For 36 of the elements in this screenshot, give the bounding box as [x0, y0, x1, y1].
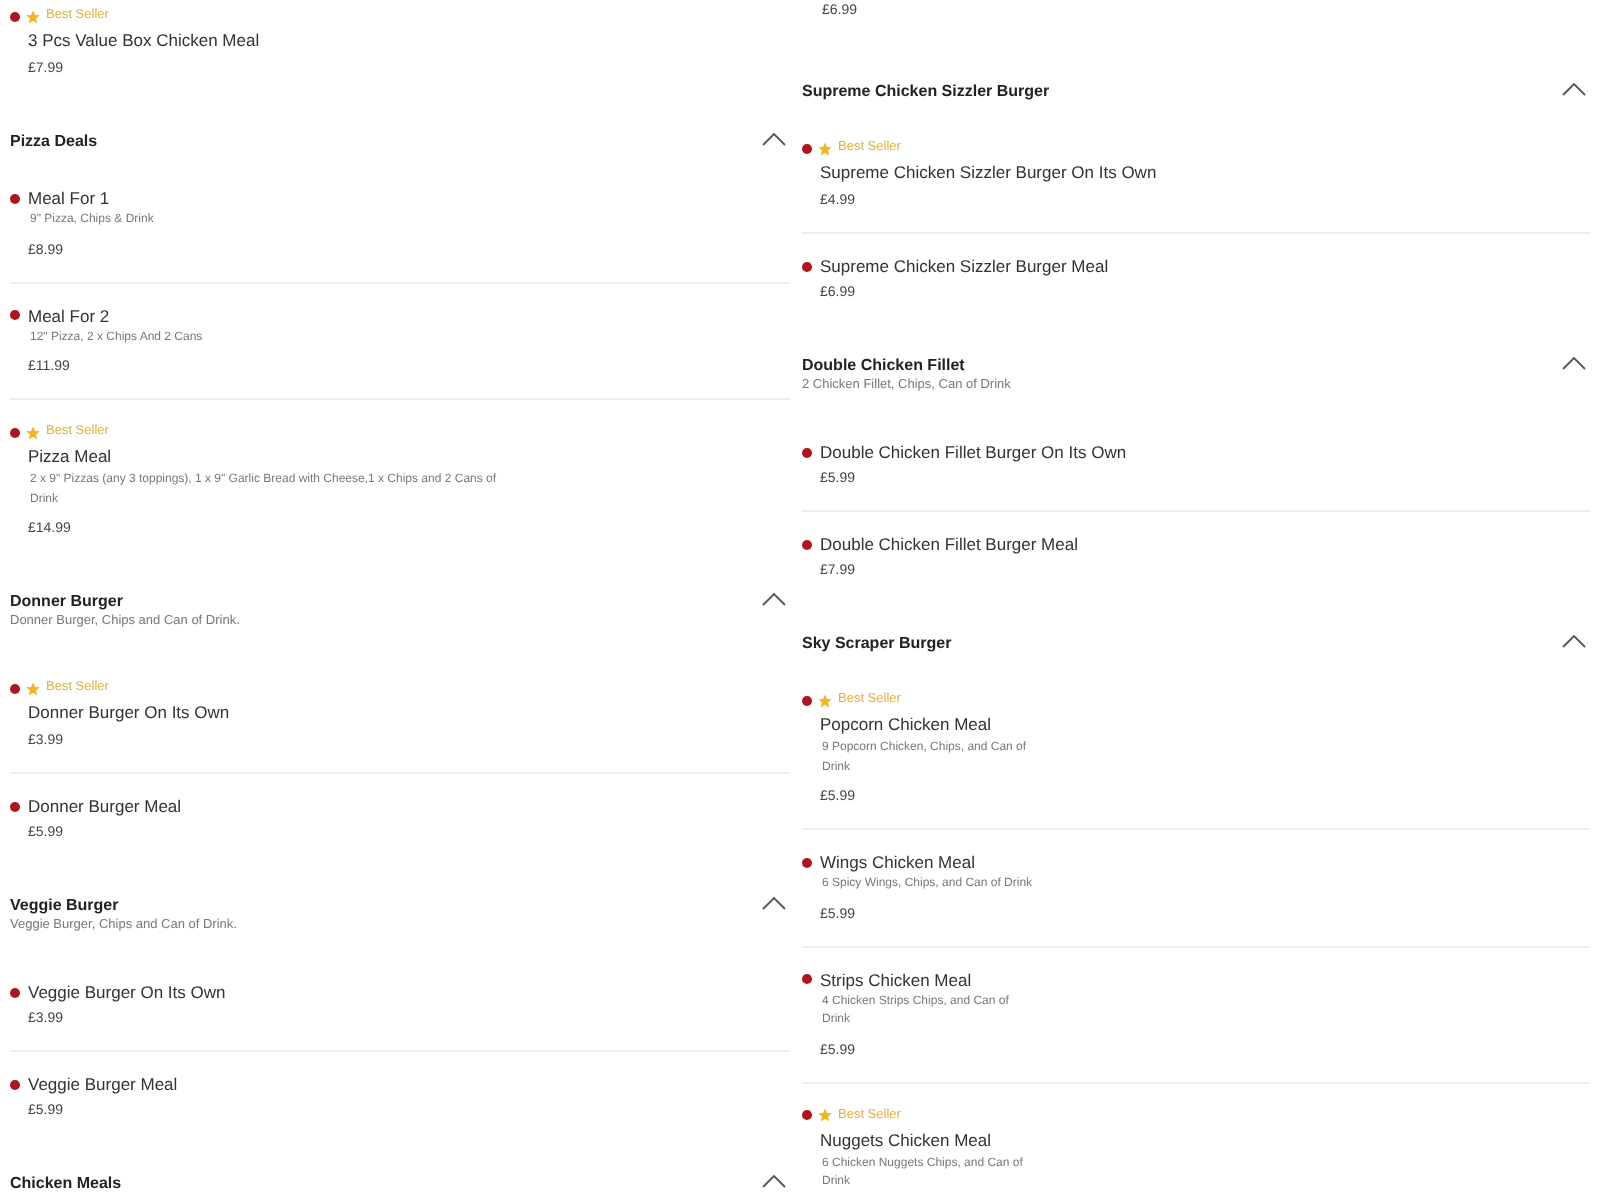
- star-icon: [818, 141, 832, 155]
- star-icon: [818, 1108, 832, 1122]
- section-title: Supreme Chicken Sizzler Burger: [802, 80, 1050, 102]
- item-name: Nuggets Chicken Meal: [818, 1127, 992, 1151]
- item-name: Wings Chicken Meal: [820, 852, 975, 872]
- section-title: Sky Scraper Burger: [802, 632, 952, 654]
- item-name: Veggie Burger Meal: [28, 1074, 178, 1094]
- item-name: Strips Chicken Meal: [820, 969, 972, 989]
- item-name: Meal For 2: [28, 305, 110, 325]
- item-name: Veggie Burger On Its Own: [28, 982, 226, 1002]
- chevron-up-icon[interactable]: [1562, 356, 1586, 370]
- chevron-up-icon[interactable]: [1562, 82, 1586, 96]
- section-title: Double Chicken Fillet: [802, 354, 965, 376]
- chevron-up-icon[interactable]: [762, 1174, 786, 1188]
- item-name: Supreme Chicken Sizzler Burger Meal: [820, 256, 1109, 276]
- item-name: Pizza Meal: [26, 444, 112, 468]
- item-name: 3 Pcs Value Box Chicken Meal: [26, 28, 260, 52]
- chevron-up-icon[interactable]: [762, 592, 786, 606]
- section-title: Chicken Meals: [10, 1172, 122, 1194]
- star-icon: [818, 693, 832, 707]
- item-name: Donner Burger Meal: [28, 796, 182, 816]
- section-title: Pizza Deals: [10, 130, 98, 152]
- item-name: Meal For 1: [28, 188, 110, 208]
- section-title: Veggie Burger: [10, 894, 119, 916]
- chevron-up-icon[interactable]: [762, 132, 786, 146]
- star-icon: [26, 9, 40, 23]
- item-name: Double Chicken Fillet Burger On Its Own: [820, 442, 1127, 462]
- item-name: Supreme Chicken Sizzler Burger On Its Own: [818, 160, 1157, 184]
- item-name: Double Chicken Fillet Burger Meal: [820, 534, 1078, 554]
- star-icon: [26, 681, 40, 695]
- star-icon: [26, 425, 40, 439]
- item-name: Donner Burger On Its Own: [26, 700, 230, 724]
- chevron-up-icon[interactable]: [762, 896, 786, 910]
- item-name: Popcorn Chicken Meal: [818, 712, 992, 736]
- chevron-up-icon[interactable]: [1562, 634, 1586, 648]
- section-title: Donner Burger: [10, 590, 123, 612]
